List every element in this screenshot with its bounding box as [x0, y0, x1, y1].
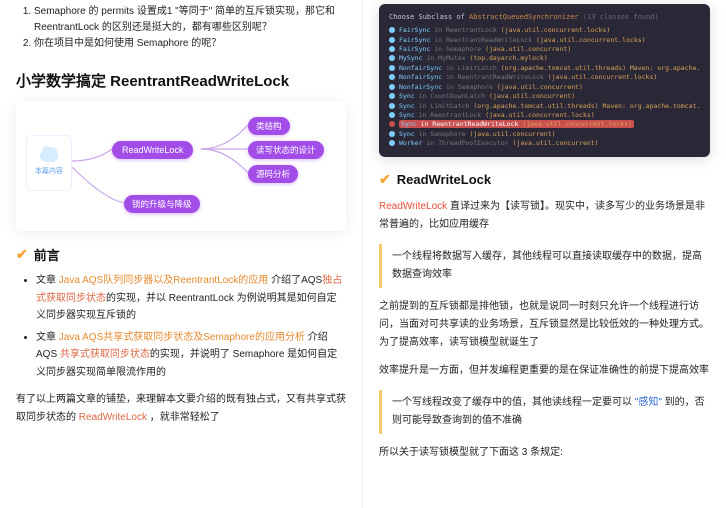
class-icon: [389, 93, 395, 99]
diagram-node-leaf: 源码分析: [248, 165, 298, 183]
ide-class-chooser: Choose Subclass of AbstractQueuedSynchro…: [379, 4, 710, 157]
code-row[interactable]: Sync in ReentrantReadWriteLock (java.uti…: [389, 120, 700, 129]
code-row[interactable]: FairSync in ReentrantReadWriteLock (java…: [389, 36, 700, 45]
diagram-node-leaf: 读写状态的设计: [248, 141, 324, 159]
diagram-node-center: ReadWriteLock: [112, 141, 193, 159]
class-icon: [389, 121, 395, 127]
right-column: Choose Subclass of AbstractQueuedSynchro…: [363, 0, 726, 508]
code-row[interactable]: Worker in ThreadPoolExecutor (java.util.…: [389, 139, 700, 148]
question-list: Semaphore 的 permits 设置成1 "等同于" 简单的互斥锁实现，…: [16, 4, 346, 52]
class-icon: [389, 140, 395, 146]
class-icon: [389, 55, 395, 61]
left-column: Semaphore 的 permits 设置成1 "等同于" 简单的互斥锁实现，…: [0, 0, 363, 508]
code-row[interactable]: NonfairSync in ReentrantReadWriteLock (j…: [389, 73, 700, 82]
code-rows: FairSync in ReentrantLock (java.util.con…: [389, 26, 700, 148]
list-item: 文章 Java AQS共享式获取同步状态及Semaphore的应用分析 介绍 A…: [36, 329, 346, 382]
question-item: Semaphore 的 permits 设置成1 "等同于" 简单的互斥锁实现，…: [34, 4, 346, 36]
inline-link[interactable]: Java AQS队列同步器以及ReentrantLock的应用: [59, 275, 269, 286]
rwl-intro: ReadWriteLock 直译过来为【读写锁】。现实中，读多写少的业务场景是非…: [379, 198, 710, 234]
article-title: 小学数学搞定 ReentrantReadWriteLock: [16, 70, 346, 91]
emphasis: "感知": [635, 397, 662, 408]
class-icon: [389, 27, 395, 33]
diagram-node-leaf: 类结构: [248, 117, 290, 135]
paragraph: 之前提到的互斥锁都是排他锁，也就是说同一时刻只允许一个线程进行访问，当面对可共享…: [379, 298, 710, 352]
class-icon: [389, 65, 395, 71]
code-row[interactable]: FairSync in Semaphore (java.util.concurr…: [389, 45, 700, 54]
list-item: 文章 Java AQS队列同步器以及ReentrantLock的应用 介绍了AQ…: [36, 272, 346, 325]
class-icon: [389, 74, 395, 80]
class-icon: [389, 131, 395, 137]
bridge-paragraph: 有了以上两篇文章的铺垫，来理解本文要介绍的既有独占式，又有共享式获取同步状态的 …: [16, 391, 346, 427]
code-row[interactable]: MySync in MyMutex (top.dayarch.mylock): [389, 54, 700, 63]
paragraph: 所以关于读写锁模型就了下面这 3 条规定:: [379, 444, 710, 462]
code-row[interactable]: NonfairSync in LimitLatch (org.apache.to…: [389, 64, 700, 73]
code-row[interactable]: Sync in Semaphore (java.util.concurrent): [389, 130, 700, 139]
check-icon: ✔: [16, 246, 28, 263]
question-item: 你在项目中是如何使用 Semaphore 的呢？: [34, 36, 346, 52]
highlighted-entry: Sync in ReentrantReadWriteLock (java.uti…: [399, 120, 634, 128]
code-row[interactable]: FairSync in ReentrantLock (java.util.con…: [389, 26, 700, 35]
class-icon: [389, 37, 395, 43]
inline-keyword: ReadWriteLock: [379, 201, 447, 212]
code-row[interactable]: Sync in ReentrantLock (java.util.concurr…: [389, 111, 700, 120]
code-header: Choose Subclass of AbstractQueuedSynchro…: [389, 12, 700, 22]
preface-bullets: 文章 Java AQS队列同步器以及ReentrantLock的应用 介绍了AQ…: [16, 272, 346, 381]
section-title: ReadWriteLock: [397, 172, 491, 187]
paragraph: 效率提升是一方面，但并发编程更重要的是在保证准确性的前提下提高效率: [379, 362, 710, 380]
check-icon: ✔: [379, 171, 391, 188]
blockquote: 一个写线程改变了缓存中的值，其他读线程一定要可以 "感知" 到的，否则可能导致查…: [379, 390, 710, 434]
class-icon: [389, 103, 395, 109]
inline-link[interactable]: Java AQS共享式获取同步状态及Semaphore的应用分析: [59, 332, 305, 343]
diagram-node-bottom: 锁的升级与降级: [124, 195, 200, 213]
mindmap-diagram: 本篇内容 ReadWriteLock 类结构 读写状态的设计 源码分析 锁的升级…: [16, 101, 346, 231]
blockquote: 一个线程将数据写入缓存，其他线程可以直接读取缓存中的数据，提高数据查询效率: [379, 244, 710, 288]
code-row[interactable]: NonfairSync in Semaphore (java.util.conc…: [389, 83, 700, 92]
section-title: 前言: [34, 245, 60, 264]
section-heading-preface: ✔ 前言: [16, 245, 346, 264]
inline-link[interactable]: ReadWriteLock: [79, 412, 147, 423]
section-heading-rwl: ✔ ReadWriteLock: [379, 171, 710, 188]
class-icon: [389, 112, 395, 118]
class-icon: [389, 46, 395, 52]
code-row[interactable]: Sync in CountDownLatch (java.util.concur…: [389, 92, 700, 101]
class-icon: [389, 84, 395, 90]
inline-link[interactable]: 共享式获取同步状态: [60, 349, 150, 360]
code-row[interactable]: Sync in LimitLatch (org.apache.tomcat.ut…: [389, 102, 700, 111]
